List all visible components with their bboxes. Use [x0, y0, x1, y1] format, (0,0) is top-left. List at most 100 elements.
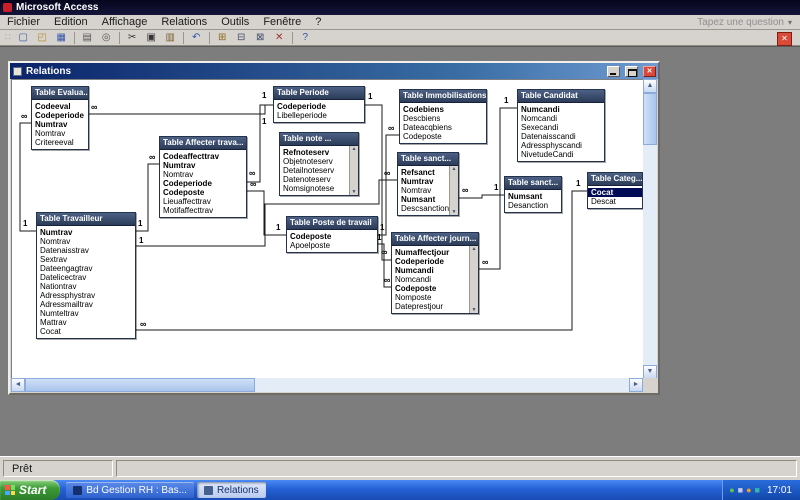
table-header-affecter-journalier[interactable]: Table Affecter journ...	[392, 233, 478, 246]
table-header-evaluation[interactable]: Table Evalua...	[32, 87, 88, 100]
table-note-service[interactable]: Table note ...RefnoteservObjetnoteservDe…	[279, 132, 359, 196]
field-numteltrav[interactable]: Numteltrav	[37, 309, 135, 318]
horizontal-scroll-thumb[interactable]	[25, 378, 255, 392]
scroll-left-icon[interactable]: ◄	[11, 378, 25, 392]
toolbar-grip[interactable]: ∷	[2, 32, 14, 43]
field-dateacqbiens[interactable]: Dateacqbiens	[400, 123, 486, 132]
table-affecter-travailleur[interactable]: Table Affecter trava...CodeaffecttravNum…	[159, 136, 247, 218]
save-icon[interactable]: ▦	[52, 30, 71, 46]
scroll-up-icon[interactable]: ▲	[352, 146, 357, 152]
cut-icon[interactable]: ✂	[123, 30, 142, 46]
menu-item-outils[interactable]: Outils	[214, 15, 256, 30]
table-header-immobilisations[interactable]: Table Immobilisations	[400, 90, 486, 103]
field-sextrav[interactable]: Sextrav	[37, 255, 135, 264]
table-header-categorie[interactable]: Table Categ...	[588, 173, 642, 186]
table-affecter-journalier[interactable]: Table Affecter journ... NumaffectjourCode…	[391, 232, 479, 314]
menu-item-aide[interactable]: ?	[308, 15, 328, 30]
field-objetnoteserv[interactable]: Objetnoteserv	[280, 157, 350, 166]
field-numcandi[interactable]: Numcandi	[392, 266, 470, 275]
field-codeeval[interactable]: Codeeval	[32, 102, 88, 111]
field-cocat[interactable]: Cocat	[588, 188, 642, 197]
tray-icon-3[interactable]: ●	[746, 486, 751, 495]
field-numaffectjour[interactable]: Numaffectjour	[392, 248, 470, 257]
field-datelicectrav[interactable]: Datelicectrav	[37, 273, 135, 282]
table-header-travailleur[interactable]: Table Travailleur	[37, 213, 135, 226]
close-icon[interactable]: ✕	[643, 66, 656, 77]
field-descbiens[interactable]: Descbiens	[400, 114, 486, 123]
help-icon[interactable]: ?	[296, 30, 315, 46]
field-datenaisstrav[interactable]: Datenaisstrav	[37, 246, 135, 255]
field-datenoteserv[interactable]: Datenoteserv	[280, 175, 350, 184]
menu-item-relations[interactable]: Relations	[154, 15, 214, 30]
minimize-button[interactable]	[607, 66, 620, 77]
field-codeposte[interactable]: Codeposte	[400, 132, 486, 141]
table-poste-travail[interactable]: Table Poste de travailCodeposteApoelpost…	[286, 216, 378, 253]
field-nomtrav[interactable]: Nomtrav	[32, 129, 88, 138]
scroll-up-icon[interactable]: ▲	[472, 246, 477, 252]
field-critereeval[interactable]: Critereeval	[32, 138, 88, 147]
scroll-down-icon[interactable]: ▼	[352, 189, 357, 195]
table-categorie[interactable]: Table Categ... CocatDescat	[587, 172, 643, 209]
relations-title-bar[interactable]: Relations ✕	[10, 63, 658, 79]
new-icon[interactable]: ▢	[14, 30, 33, 46]
close-button[interactable]: ✕	[777, 32, 792, 46]
field-codeperiode[interactable]: Codeperiode	[392, 257, 470, 266]
field-mattrav[interactable]: Mattrav	[37, 318, 135, 327]
scroll-down-icon[interactable]: ▼	[472, 307, 477, 313]
menu-item-affichage[interactable]: Affichage	[95, 15, 155, 30]
table-header-periode[interactable]: Table Periode	[274, 87, 364, 100]
show-table-icon[interactable]: ⊞	[213, 30, 232, 46]
field-numtrav[interactable]: Numtrav	[398, 177, 450, 186]
field-dateengagtrav[interactable]: Dateengagtrav	[37, 264, 135, 273]
field-descsanction[interactable]: Descsanction	[398, 204, 450, 213]
field-adressmailtrav[interactable]: Adressmailtrav	[37, 300, 135, 309]
undo-icon[interactable]: ↶	[187, 30, 206, 46]
clear-layout-icon[interactable]: ✕	[270, 30, 289, 46]
field-adressphyscandi[interactable]: Adressphyscandi	[518, 141, 604, 150]
field-sexecandi[interactable]: Sexecandi	[518, 123, 604, 132]
menu-item-edition[interactable]: Edition	[47, 15, 95, 30]
table-immobilisations[interactable]: Table Immobilisations CodebiensDescbiensD…	[399, 89, 487, 144]
chevron-down-icon[interactable]: ▾	[788, 18, 792, 27]
field-codeperiode[interactable]: Codeperiode	[160, 179, 246, 188]
field-cocat[interactable]: Cocat	[37, 327, 135, 336]
relationship-poste-travail-immobilisations[interactable]	[378, 135, 399, 235]
relationship-periode-evaluation[interactable]	[89, 105, 273, 114]
horizontal-scrollbar[interactable]: ◄ ►	[11, 378, 643, 392]
open-icon[interactable]: ◰	[33, 30, 52, 46]
field-libelleperiode[interactable]: Libelleperiode	[274, 111, 364, 120]
scroll-up-icon[interactable]: ▲	[643, 79, 657, 93]
field-descat[interactable]: Descat	[588, 197, 642, 206]
relations-canvas[interactable]: ∞1∞1∞11∞1∞1∞∞1∞11∞∞1∞11∞ Table Evalua...…	[11, 79, 645, 381]
table-scrollbar[interactable]: ▲▼	[349, 146, 358, 195]
field-dateprestjour[interactable]: Dateprestjour	[392, 302, 470, 311]
relationship-sanction-2-sanction-1[interactable]	[459, 195, 504, 198]
field-codeaffecttrav[interactable]: Codeaffecttrav	[160, 152, 246, 161]
field-nomtrav[interactable]: Nomtrav	[160, 170, 246, 179]
field-nomposte[interactable]: Nomposte	[392, 293, 470, 302]
tray-icon-2[interactable]: ■	[738, 486, 743, 495]
field-codeposte[interactable]: Codeposte	[160, 188, 246, 197]
table-sanction-1[interactable]: Table sanct...RefsanctNumtravNomtravNums…	[397, 152, 459, 216]
field-numsant[interactable]: Numsant	[398, 195, 450, 204]
field-codeperiode[interactable]: Codeperiode	[274, 102, 364, 111]
table-travailleur[interactable]: Table TravailleurNumtravNomtravDatenaiss…	[36, 212, 136, 339]
field-lieuaffecttrav[interactable]: Lieuaffecttrav	[160, 197, 246, 206]
table-scrollbar[interactable]: ▲▼	[469, 246, 478, 313]
field-codeperiode[interactable]: Codeperiode	[32, 111, 88, 120]
tray-icon-1[interactable]: ●	[729, 486, 734, 495]
table-header-sanction-1[interactable]: Table sanct...	[398, 153, 458, 166]
field-codebiens[interactable]: Codebiens	[400, 105, 486, 114]
table-candidat[interactable]: Table CandidatNumcandiNomcandiSexecandiD…	[517, 89, 605, 162]
table-header-sanction-2[interactable]: Table sanct...	[505, 177, 561, 190]
taskbar-task-2[interactable]: Relations	[197, 482, 266, 498]
table-header-note-service[interactable]: Table note ...	[280, 133, 358, 146]
field-adressphystrav[interactable]: Adressphystrav	[37, 291, 135, 300]
scroll-down-icon[interactable]: ▼	[452, 209, 457, 215]
scroll-right-icon[interactable]: ►	[629, 378, 643, 392]
all-relationships-icon[interactable]: ⊠	[251, 30, 270, 46]
field-nomtrav[interactable]: Nomtrav	[398, 186, 450, 195]
start-button[interactable]: Start	[0, 480, 60, 500]
field-nomcandi[interactable]: Nomcandi	[392, 275, 470, 284]
paste-icon[interactable]: ▥	[161, 30, 180, 46]
